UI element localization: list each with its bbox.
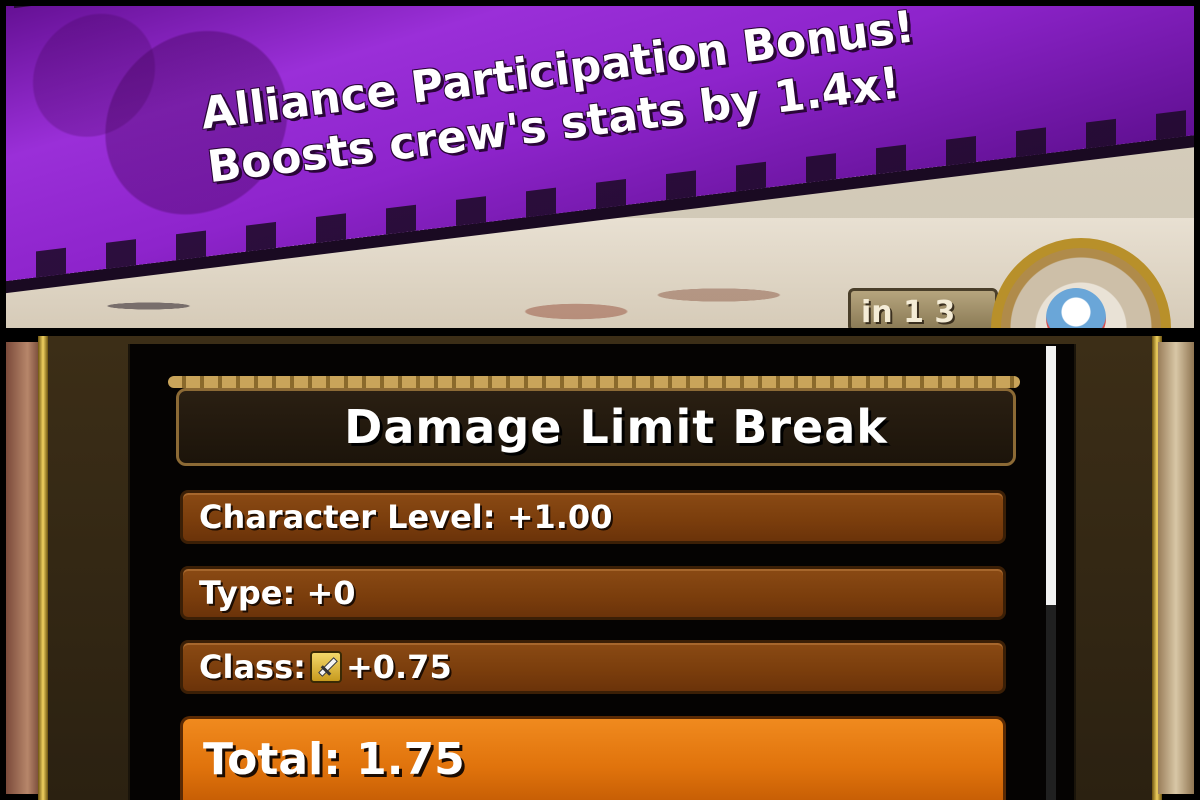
left-gold-rail	[38, 336, 48, 800]
character-level-row: Character Level: +1.00	[180, 490, 1006, 544]
total-label: Total: 1.75	[203, 734, 465, 785]
scrollbar-thumb[interactable]	[1046, 346, 1056, 605]
dialog-title: Damage Limit Break	[344, 400, 888, 454]
limit-break-screen: Damage Limit Break Character Level: +1.0…	[0, 336, 1200, 800]
screen-divider	[0, 328, 1200, 336]
class-row: Class: +0.75	[180, 640, 1006, 694]
rope-decoration	[168, 376, 1020, 388]
dialog-scrollbar[interactable]	[1046, 346, 1056, 800]
type-label: Type: +0	[199, 574, 356, 612]
sword-class-icon	[309, 651, 342, 683]
left-background-art	[6, 342, 42, 794]
dialog-title-box: Damage Limit Break	[176, 388, 1016, 466]
class-value: +0.75	[345, 648, 452, 686]
right-background-art	[1158, 342, 1194, 794]
total-row: Total: 1.75	[180, 716, 1006, 800]
bonus-banner: Alliance Participation Bonus! Boosts cre…	[6, 6, 1194, 328]
class-label: Class:	[199, 648, 306, 686]
type-row: Type: +0	[180, 566, 1006, 620]
turn-counter-badge: in 1 3	[848, 288, 998, 328]
character-level-label: Character Level: +1.00	[199, 498, 613, 536]
character-portrait-icon	[1046, 288, 1106, 328]
